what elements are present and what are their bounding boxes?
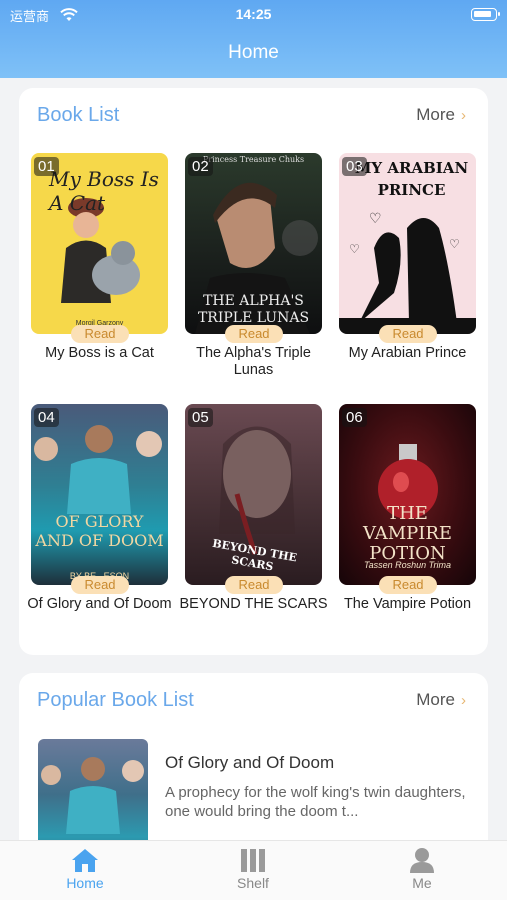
cover-author: Tassen Roshun Trima xyxy=(363,560,452,570)
page-title: Home xyxy=(228,42,279,63)
tab-bar: Home Shelf Me xyxy=(0,840,507,900)
read-button[interactable]: Read xyxy=(379,325,437,343)
chevron-right-icon: › xyxy=(461,107,466,124)
book-cover[interactable]: Princess Treasure Chuks THE ALPHA'S TRIP… xyxy=(185,153,322,334)
clock: 14:25 xyxy=(235,6,272,22)
popular-more-button[interactable]: More › xyxy=(416,690,466,710)
person-icon xyxy=(410,848,434,873)
rank-badge: 06 xyxy=(342,408,367,427)
cover-title: My Boss Is A Cat xyxy=(49,167,159,215)
rank-badge: 02 xyxy=(188,157,213,176)
book-cover[interactable]: BEYOND THE SCARS 05 xyxy=(185,404,322,585)
book-title[interactable]: Of Glory and Of Doom xyxy=(21,596,178,613)
book-title[interactable]: My Arabian Prince xyxy=(329,345,486,362)
cover-title: THE VAMPIRE POTION xyxy=(362,503,453,564)
book-cover[interactable]: ♡ ♡ ♡ MY ARABIAN PRINCE 03 xyxy=(339,153,476,334)
read-button[interactable]: Read xyxy=(379,576,437,594)
book-title[interactable]: The Vampire Potion xyxy=(329,596,486,613)
book-cover[interactable]: OF GLORY AND OF DOOM BY BE...ESON 04 xyxy=(31,404,168,585)
popular-list-title: Popular Book List xyxy=(37,689,194,711)
svg-text:♡: ♡ xyxy=(449,237,460,251)
book-title[interactable]: My Boss is a Cat xyxy=(21,345,178,362)
read-button[interactable]: Read xyxy=(71,325,129,343)
rank-badge: 03 xyxy=(342,157,367,176)
popular-book-title[interactable]: Of Glory and Of Doom xyxy=(165,753,334,773)
home-icon xyxy=(72,849,98,872)
rank-badge: 04 xyxy=(34,408,59,427)
tab-home[interactable]: Home xyxy=(35,847,135,891)
chevron-right-icon: › xyxy=(461,692,466,709)
book-cover[interactable]: THE VAMPIRE POTION Tassen Roshun Trima 0… xyxy=(339,404,476,585)
rank-badge: 05 xyxy=(188,408,213,427)
tab-me[interactable]: Me xyxy=(372,847,472,891)
cover-title: THE ALPHA'S TRIPLE LUNAS xyxy=(197,293,310,326)
cover-title: OF GLORY AND OF DOOM xyxy=(35,512,164,550)
rank-badge: 01 xyxy=(34,157,59,176)
shelf-icon xyxy=(241,849,265,872)
book-title[interactable]: The Alpha's Triple Lunas xyxy=(175,345,332,379)
cover-title: MY ARABIAN PRINCE xyxy=(354,159,469,199)
top-bar: 运营商 14:25 Home xyxy=(0,0,507,78)
book-list-title: Book List xyxy=(37,104,120,126)
popular-book-description: A prophecy for the wolf king's twin daug… xyxy=(165,784,466,820)
svg-text:♡: ♡ xyxy=(349,242,360,256)
tab-label: Home xyxy=(66,875,104,891)
book-list-card: Book List More › My Boss Is A Cat Morgil … xyxy=(19,88,488,655)
status-bar: 运营商 14:25 xyxy=(0,6,507,25)
svg-text:♡: ♡ xyxy=(369,210,382,226)
read-button[interactable]: Read xyxy=(225,325,283,343)
cover-art xyxy=(34,425,162,514)
book-title[interactable]: BEYOND THE SCARS xyxy=(175,596,332,613)
tab-shelf[interactable]: Shelf xyxy=(203,847,303,891)
battery-icon xyxy=(471,8,500,21)
book-cover[interactable]: My Boss Is A Cat Morgil Garzony 01 xyxy=(31,153,168,334)
read-button[interactable]: Read xyxy=(71,576,129,594)
book-list-more-button[interactable]: More › xyxy=(416,105,466,125)
tab-label: Me xyxy=(412,875,432,891)
read-button[interactable]: Read xyxy=(225,576,283,594)
tab-label: Shelf xyxy=(237,875,269,891)
